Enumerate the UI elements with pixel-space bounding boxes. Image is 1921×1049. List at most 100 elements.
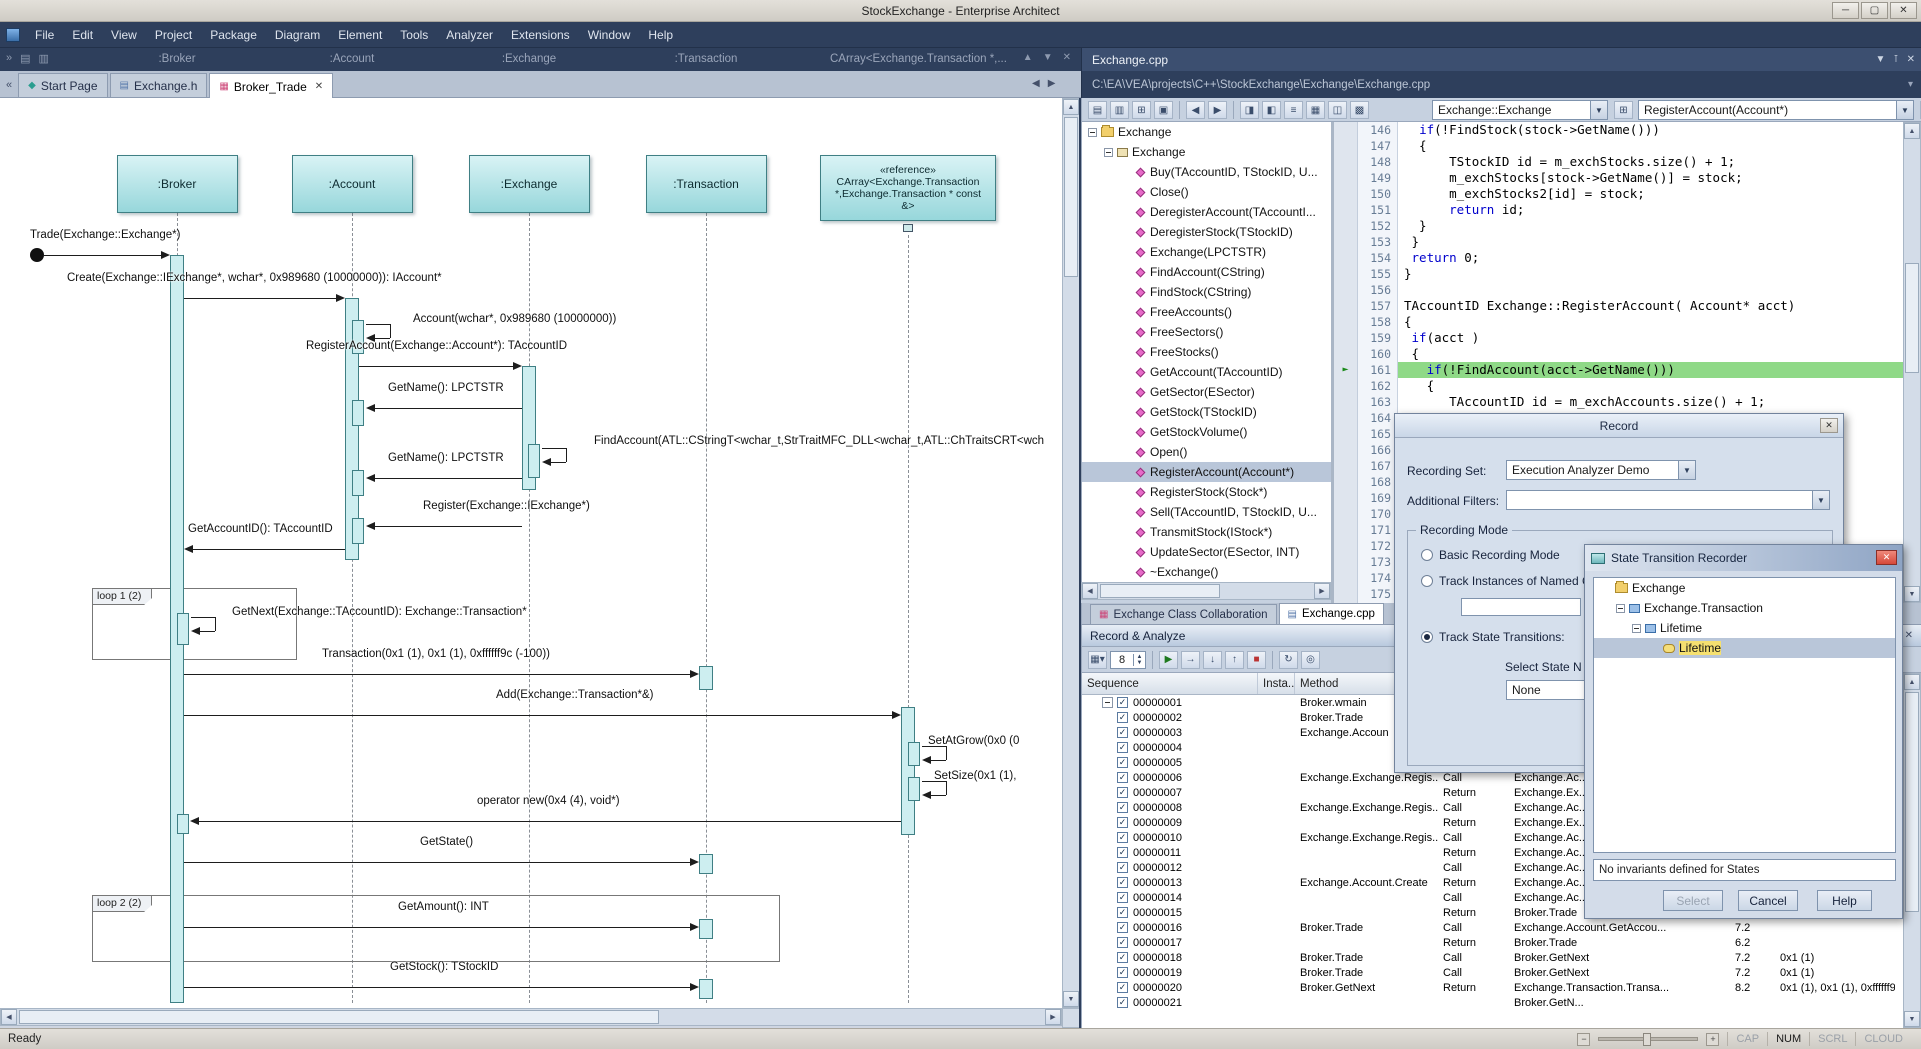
tree-item[interactable]: DeregisterAccount(TAccountI... <box>1082 202 1331 222</box>
scrollbar-thumb[interactable] <box>1905 263 1919 373</box>
tree-item[interactable]: Exchange <box>1082 142 1331 162</box>
activation-bar[interactable] <box>699 666 713 690</box>
breakpoint-gutter[interactable] <box>1334 426 1358 442</box>
scroll-up-icon[interactable]: ▲ <box>1063 99 1079 115</box>
message-label[interactable]: GetName(): LPCTSTR <box>388 452 504 464</box>
minimize-button[interactable]: ─ <box>1832 2 1859 19</box>
scroll-down-icon[interactable]: ▼ <box>1063 991 1079 1007</box>
tree-item[interactable]: Sell(TAccountID, TStockID, U... <box>1082 502 1331 522</box>
str-tree-item[interactable]: Lifetime <box>1594 638 1895 658</box>
activation-bar[interactable] <box>901 707 915 835</box>
message-label[interactable]: Account(wchar*, 0x989680 (10000000)) <box>413 313 616 325</box>
code-line[interactable]: 160 { <box>1334 346 1903 362</box>
tree-item[interactable]: DeregisterStock(TStockID) <box>1082 222 1331 242</box>
scrollbar-thumb[interactable] <box>19 1010 659 1024</box>
radio-basic-recording[interactable]: Basic Recording Mode <box>1421 548 1560 562</box>
breakpoint-gutter[interactable] <box>1334 506 1358 522</box>
activation-bar[interactable] <box>908 742 920 766</box>
message-label[interactable]: Add(Exchange::Transaction*&) <box>496 689 653 701</box>
menu-window[interactable]: Window <box>579 22 640 47</box>
breakpoint-gutter[interactable] <box>1334 538 1358 554</box>
column-header[interactable]: Sequence <box>1082 673 1258 694</box>
chevron-down-icon[interactable]: ▼ <box>1812 491 1829 509</box>
breakpoint-gutter[interactable] <box>1334 186 1358 202</box>
row-checkbox[interactable]: ✓ <box>1117 757 1128 768</box>
activation-bar[interactable] <box>699 854 713 874</box>
status-toggle-num[interactable]: NUM <box>1767 1032 1809 1046</box>
breakpoint-gutter[interactable] <box>1334 250 1358 266</box>
menu-element[interactable]: Element <box>329 22 391 47</box>
breakpoint-gutter[interactable] <box>1334 522 1358 538</box>
breakpoint-gutter[interactable] <box>1334 282 1358 298</box>
diagram-horizontal-scrollbar[interactable]: ◀ ▶ <box>0 1008 1062 1026</box>
additional-filters-combo[interactable]: ▼ <box>1506 490 1830 510</box>
toolbar-icon[interactable]: ▤ <box>1088 101 1107 119</box>
scroll-right-icon[interactable]: ▶ <box>1314 583 1330 599</box>
menu-analyzer[interactable]: Analyzer <box>437 22 502 47</box>
message-label[interactable]: operator new(0x4 (4), void*) <box>477 795 620 807</box>
message-label[interactable]: GetStock(): TStockID <box>390 961 498 973</box>
message-label[interactable]: GetAmount(): INT <box>398 901 489 913</box>
row-checkbox[interactable]: ✓ <box>1117 742 1128 753</box>
trace-row[interactable]: ✓00000021Broker.GetN... <box>1082 995 1903 1010</box>
code-line[interactable]: 151 return id; <box>1334 202 1903 218</box>
code-line[interactable]: 155} <box>1334 266 1903 282</box>
menu-edit[interactable]: Edit <box>63 22 102 47</box>
breakpoint-gutter[interactable] <box>1334 330 1358 346</box>
row-checkbox[interactable]: ✓ <box>1117 937 1128 948</box>
expander-icon[interactable] <box>1616 604 1625 613</box>
row-checkbox[interactable]: ✓ <box>1117 997 1128 1008</box>
breakpoint-gutter[interactable]: ► <box>1334 362 1358 378</box>
toolbar-icon[interactable]: ▩ <box>1350 101 1369 119</box>
breakpoint-gutter[interactable] <box>1334 298 1358 314</box>
tree-item[interactable]: Buy(TAccountID, TStockID, U... <box>1082 162 1331 182</box>
radio-icon[interactable] <box>1421 549 1433 561</box>
tree-item[interactable]: GetSector(ESector) <box>1082 382 1331 402</box>
tree-item[interactable]: ~Exchange() <box>1082 562 1331 582</box>
row-checkbox[interactable]: ✓ <box>1117 967 1128 978</box>
depth-spinner[interactable]: 8 ▲▼ <box>1110 651 1146 669</box>
tree-item[interactable]: FreeAccounts() <box>1082 302 1331 322</box>
tab-next-icon[interactable]: ▶ <box>1048 78 1056 89</box>
tree-item[interactable]: Open() <box>1082 442 1331 462</box>
message-label[interactable]: Trade(Exchange::Exchange*) <box>30 229 180 241</box>
str-dialog-titlebar[interactable]: State Transition Recorder ✕ <box>1585 545 1902 571</box>
toolbar-icon[interactable]: ▦ <box>1306 101 1325 119</box>
step-out-icon[interactable]: ↑ <box>1225 651 1244 669</box>
tree-item[interactable]: Exchange(LPCTSTR) <box>1082 242 1331 262</box>
trace-row[interactable]: ✓00000017ReturnBroker.Trade6.2 <box>1082 935 1903 950</box>
scroll-left-icon[interactable]: ◀ <box>1082 583 1098 599</box>
trace-row[interactable]: ✓00000020Broker.GetNextReturnExchange.Tr… <box>1082 980 1903 995</box>
radio-icon[interactable] <box>1421 575 1433 587</box>
scrollbar-thumb[interactable] <box>1100 584 1220 598</box>
menu-package[interactable]: Package <box>201 22 266 47</box>
code-line[interactable]: 147 { <box>1334 138 1903 154</box>
lifeline-exchange[interactable]: :Exchange <box>469 155 590 213</box>
code-line[interactable]: 149 m_exchStocks[stock->GetName()] = sto… <box>1334 170 1903 186</box>
code-line[interactable]: 146 if(!FindStock(stock->GetName())) <box>1334 122 1903 138</box>
row-checkbox[interactable]: ✓ <box>1117 982 1128 993</box>
combined-fragment[interactable]: loop 1 (2) <box>92 588 297 660</box>
toolbar-icon[interactable]: ◨ <box>1240 101 1259 119</box>
row-checkbox[interactable]: ✓ <box>1117 877 1128 888</box>
tree-item[interactable]: RegisterAccount(Account*) <box>1082 462 1331 482</box>
bottom-tab-exchange-class-collaboration[interactable]: ▦Exchange Class Collaboration <box>1090 604 1277 624</box>
code-line[interactable]: 150 m_exchStocks2[id] = stock; <box>1334 186 1903 202</box>
scroll-right-icon[interactable]: ▶ <box>1045 1009 1061 1025</box>
trace-vertical-scrollbar[interactable]: ▲ ▼ <box>1903 673 1921 1028</box>
close-button[interactable]: ✕ <box>1890 2 1917 19</box>
tab-prev-icon[interactable]: ◀ <box>1032 78 1040 89</box>
tree-item[interactable]: FindAccount(CString) <box>1082 262 1331 282</box>
close-icon[interactable]: ✕ <box>1820 418 1838 433</box>
message-label[interactable]: GetNext(Exchange::TAccountID): Exchange:… <box>232 606 527 618</box>
activation-bar[interactable] <box>699 979 713 999</box>
breakpoint-gutter[interactable] <box>1334 586 1358 602</box>
activation-bar[interactable] <box>352 518 364 544</box>
breakpoint-gutter[interactable] <box>1334 378 1358 394</box>
menu-diagram[interactable]: Diagram <box>266 22 329 47</box>
message-label[interactable]: Create(Exchange::IExchange*, wchar*, 0x9… <box>67 272 442 284</box>
tree-item[interactable]: FindStock(CString) <box>1082 282 1331 302</box>
message-label[interactable]: GetAccountID(): TAccountID <box>188 523 333 535</box>
trace-row[interactable]: ✓00000016Broker.TradeCallExchange.Accoun… <box>1082 920 1903 935</box>
breakpoint-gutter[interactable] <box>1334 394 1358 410</box>
